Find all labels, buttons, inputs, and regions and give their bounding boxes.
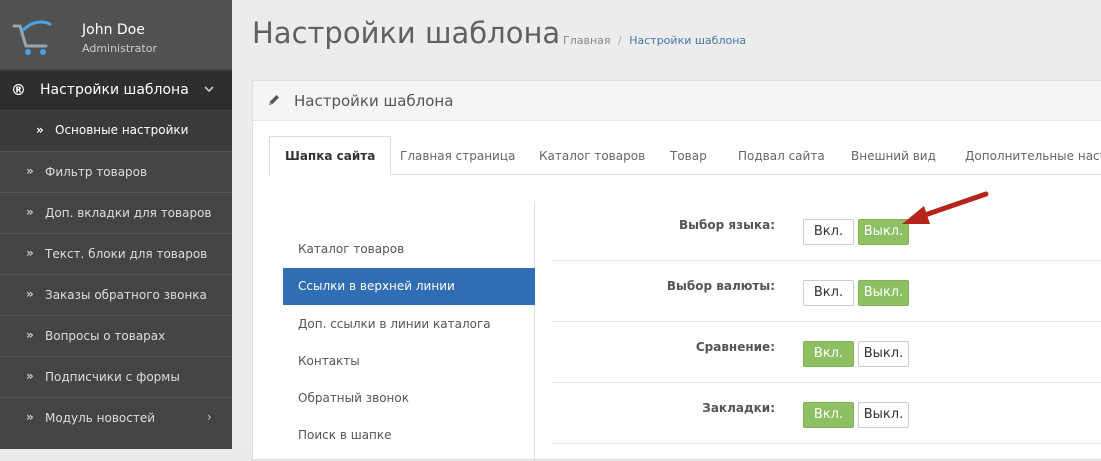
setting-label: Сравнение: — [695, 340, 775, 354]
double-chevron-right-icon: » — [26, 328, 34, 342]
section-menu: Каталог товаров Ссылки в верхней линии Д… — [283, 201, 535, 461]
toggle-on-button[interactable]: Вкл. — [803, 219, 854, 245]
toggle-off-button[interactable]: Выкл. — [858, 341, 909, 367]
tab-product[interactable]: Товар — [670, 136, 707, 175]
tab-site-footer[interactable]: Подвал сайта — [738, 136, 825, 175]
setting-row-wishlist: Закладки: Вкл. Выкл. — [551, 383, 1101, 444]
sidebar-subitem-text-blocks[interactable]: » Текст. блоки для товаров — [0, 233, 232, 274]
tab-appearance[interactable]: Внешний вид — [851, 136, 936, 175]
sidebar-subitem-label: Заказы обратного звонка — [45, 288, 207, 302]
sidebar-subitem-label: Модуль новостей — [45, 411, 156, 425]
double-chevron-right-icon: » — [26, 164, 34, 178]
sidebar-subitem-label: Доп. вкладки для товаров — [45, 206, 212, 220]
toggle-off-button[interactable]: Выкл. — [858, 280, 909, 306]
double-chevron-right-icon: » — [26, 410, 34, 424]
section-link-header-search[interactable]: Поиск в шапке — [283, 417, 535, 454]
chevron-right-icon: › — [207, 410, 212, 424]
breadcrumb: Главная / Настройки шаблона — [563, 34, 746, 47]
sidebar-subitem-label: Фильтр товаров — [45, 165, 148, 179]
setting-row-compare: Сравнение: Вкл. Выкл. — [551, 322, 1101, 383]
sidebar-subitem-basic-settings[interactable]: » Основные настройки — [0, 111, 232, 151]
sidebar-subitem-extra-tabs[interactable]: » Доп. вкладки для товаров — [0, 192, 232, 233]
section-link-catalog[interactable]: Каталог товаров — [283, 231, 535, 268]
panel-title: Настройки шаблона — [294, 92, 454, 110]
tab-site-header[interactable]: Шапка сайта — [269, 136, 392, 176]
registered-icon: ® — [11, 81, 26, 99]
sidebar-item-label: Настройки шаблона — [40, 82, 189, 98]
settings-panel: Настройки шаблона Шапка сайта Главная ст… — [252, 80, 1101, 461]
cart-logo-icon — [12, 20, 52, 55]
tab-product-catalog[interactable]: Каталог товаров — [539, 136, 645, 175]
annotation-arrow-icon — [902, 191, 989, 224]
toggle-on-button[interactable]: Вкл. — [803, 280, 854, 306]
sidebar-subitem-news-module[interactable]: » Модуль новостей › — [0, 397, 232, 438]
setting-label: Закладки: — [702, 401, 775, 415]
double-chevron-right-icon: » — [26, 287, 34, 301]
sidebar-item-template-settings[interactable]: ® Настройки шаблона — [0, 70, 232, 110]
double-chevron-right-icon: » — [36, 123, 44, 137]
sidebar-subitem-product-filter[interactable]: » Фильтр товаров — [0, 151, 232, 192]
tab-home-page[interactable]: Главная страница — [400, 136, 515, 175]
setting-label: Выбор языка: — [679, 218, 775, 232]
double-chevron-right-icon: » — [26, 205, 34, 219]
section-link-callback[interactable]: Обратный звонок — [283, 380, 535, 417]
user-profile: John Doe Administrator — [0, 0, 232, 69]
panel-heading: Настройки шаблона — [253, 81, 1101, 121]
section-link-contacts[interactable]: Контакты — [283, 343, 535, 380]
section-link-catalog-links[interactable]: Доп. ссылки в линии каталога — [283, 306, 535, 343]
breadcrumb-separator: / — [618, 34, 622, 47]
sidebar-subitem-label: Основные настройки — [55, 123, 189, 137]
sidebar-subitem-subscribers[interactable]: » Подписчики с формы — [0, 356, 232, 397]
toggle-on-button[interactable]: Вкл. — [803, 402, 854, 428]
breadcrumb-current[interactable]: Настройки шаблона — [629, 34, 746, 47]
sidebar-subitem-product-questions[interactable]: » Вопросы о товарах — [0, 315, 232, 356]
tab-additional-settings[interactable]: Дополнительные настр — [965, 136, 1101, 175]
sidebar-subitem-label: Текст. блоки для товаров — [45, 247, 208, 261]
user-role: Administrator — [82, 42, 157, 55]
page-title: Настройки шаблона — [252, 16, 561, 50]
setting-row-language: Выбор языка: Вкл. Выкл. — [551, 200, 1101, 261]
sidebar-subitem-callback-orders[interactable]: » Заказы обратного звонка — [0, 274, 232, 315]
setting-label: Выбор валюты: — [666, 279, 775, 293]
sidebar: John Doe Administrator ® Настройки шабло… — [0, 0, 232, 449]
pencil-icon — [269, 95, 279, 105]
breadcrumb-home-link[interactable]: Главная — [563, 34, 611, 47]
chevron-down-icon — [204, 86, 214, 93]
user-name: John Doe — [82, 22, 145, 38]
double-chevron-right-icon: » — [26, 246, 34, 260]
toggle-off-button[interactable]: Выкл. — [858, 402, 909, 428]
sidebar-subitem-label: Вопросы о товарах — [45, 329, 166, 343]
section-link-top-links[interactable]: Ссылки в верхней линии — [283, 268, 535, 305]
setting-row-currency: Выбор валюты: Вкл. Выкл. — [551, 261, 1101, 322]
sidebar-subitem-label: Подписчики с формы — [45, 370, 180, 384]
toggle-on-button[interactable]: Вкл. — [803, 341, 854, 367]
tab-bar: Шапка сайта Главная страница Каталог тов… — [269, 136, 1101, 176]
double-chevron-right-icon: » — [26, 369, 34, 383]
